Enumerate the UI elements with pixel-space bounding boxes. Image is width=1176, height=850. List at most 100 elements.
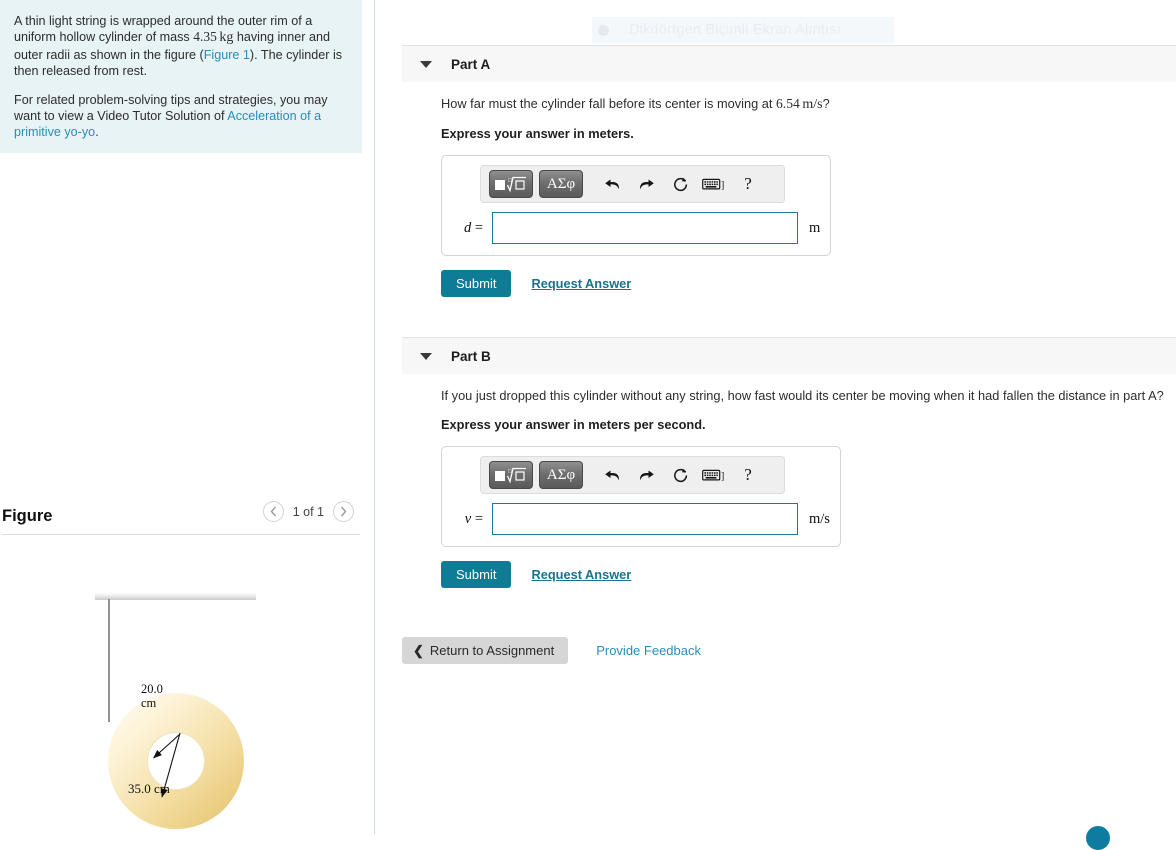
return-to-assignment-label: Return to Assignment (429, 643, 555, 658)
reset-circular-arrow-icon[interactable] (663, 171, 697, 197)
reset-glyph (673, 468, 687, 482)
part-a-equals: = (474, 219, 483, 236)
figure-counter: 1 of 1 (292, 504, 324, 519)
problem-paragraph-2: For related problem-solving tips and str… (14, 92, 344, 141)
return-to-assignment-button[interactable]: ❮ Return to Assignment (402, 637, 569, 664)
part-a-field-row: d = m (452, 212, 820, 244)
part-a-math-toolbar: □ ΑΣφ] ? (480, 165, 785, 203)
part-b-instruction: Express your answer in meters per second… (441, 417, 706, 432)
part-a-header[interactable]: Part A (402, 45, 1176, 82)
figure-prev-button[interactable] (262, 501, 284, 522)
undo-arrow-icon[interactable] (595, 171, 629, 197)
part-a-question-suffix: ? (822, 96, 830, 111)
part-b-submit-button[interactable]: Submit (441, 561, 512, 588)
part-a-actions: Submit Request Answer (441, 270, 1176, 297)
figure-next-button[interactable] (333, 501, 354, 522)
figure-navigation: 1 of 1 (262, 501, 354, 522)
greek-symbols-button[interactable]: ΑΣφ (539, 170, 583, 198)
part-b-answer-input[interactable] (492, 503, 798, 535)
outer-radius-label: 35.0 cm (128, 781, 170, 796)
svg-text:]: ] (721, 471, 724, 482)
part-a-answer-box: □ ΑΣφ] ? d = m (441, 155, 832, 256)
part-b-math-toolbar: □ ΑΣφ] ? (480, 456, 785, 494)
part-a-request-answer-link[interactable]: Request Answer (531, 276, 631, 291)
part-a-question-value: 6.54 (776, 96, 800, 111)
part-b-equals: = (474, 510, 483, 527)
figure-header: Figure 1 of 1 (0, 498, 362, 534)
part-a-question: How far must the cylinder fall before it… (441, 96, 1176, 113)
problem-paragraph-1: A thin light string is wrapped around th… (14, 13, 344, 80)
chevron-right-icon (340, 506, 347, 517)
hollow-cylinder-shape (108, 693, 244, 829)
part-a-body: How far must the cylinder fall before it… (441, 96, 1176, 297)
part-b-variable: v = (452, 511, 492, 528)
caret-down-icon (420, 352, 432, 360)
problem-text-2b: . (95, 125, 99, 140)
greek-symbols-label: ΑΣφ (546, 466, 576, 483)
snip-overlay-label: Dikdörtgen Biçimli Ekran Alıntısı (629, 22, 842, 38)
math-template-button[interactable]: □ (489, 461, 533, 489)
record-dot-icon (598, 24, 609, 36)
problem-statement-panel: A thin light string is wrapped around th… (0, 0, 362, 153)
part-a-variable-symbol: d (463, 219, 472, 236)
part-b-body: If you just dropped this cylinder withou… (441, 388, 1176, 588)
redo-arrow-icon[interactable] (629, 171, 663, 197)
mass-unit: kg (219, 30, 234, 46)
main-content: Part A How far must the cylinder fall be… (375, 0, 1176, 850)
chat-bubble-icon[interactable] (1086, 826, 1110, 850)
keyboard-glyph: ] (702, 469, 724, 482)
screen-snip-overlay: Dikdörtgen Biçimli Ekran Alıntısı (592, 17, 894, 43)
square-root-template-icon: □ (495, 176, 526, 193)
part-a-unit: m (809, 219, 821, 236)
provide-feedback-link[interactable]: Provide Feedback (596, 643, 701, 658)
part-b-variable-symbol: v (464, 510, 472, 527)
inner-radius-value: 20.0 (141, 682, 163, 696)
keyboard-icon[interactable]: ] (697, 171, 731, 197)
footer-actions: ❮ Return to Assignment Provide Feedback (402, 637, 701, 664)
part-b-question: If you just dropped this cylinder withou… (441, 388, 1164, 403)
greek-symbols-button[interactable]: ΑΣφ (539, 461, 583, 489)
reset-circular-arrow-icon[interactable] (663, 462, 697, 488)
chevron-left-icon (270, 506, 276, 517)
mass-value: 4.35 (193, 29, 217, 45)
undo-glyph (604, 179, 619, 189)
part-a-label: Part A (451, 56, 491, 72)
help-button[interactable]: ? (731, 171, 765, 197)
part-b-request-answer-link[interactable]: Request Answer (531, 567, 631, 582)
math-template-button[interactable]: □ (489, 170, 533, 198)
ceiling-support-bar (95, 592, 256, 600)
part-a-question-text: How far must the cylinder fall before it… (441, 96, 776, 111)
help-button[interactable]: ? (731, 462, 765, 488)
keyboard-icon[interactable]: ] (697, 462, 731, 488)
greek-symbols-label: ΑΣφ (546, 175, 576, 192)
part-b-header[interactable]: Part B (402, 337, 1176, 374)
part-a-question-unit: m/s (802, 97, 823, 112)
part-b-actions: Submit Request Answer (441, 561, 1176, 588)
figure-1-link[interactable]: Figure 1 (204, 48, 250, 62)
svg-text:]: ] (721, 180, 724, 191)
redo-arrow-icon[interactable] (629, 462, 663, 488)
part-a-answer-input[interactable] (492, 212, 798, 244)
inner-radius-label: 20.0 cm (141, 682, 183, 710)
chevron-left-icon: ❮ (413, 642, 424, 658)
inner-radius-unit: cm (141, 696, 157, 710)
part-a-variable: d = (452, 220, 492, 237)
part-b-field-row: v = m/s (452, 503, 830, 535)
redo-glyph (639, 179, 654, 189)
undo-arrow-icon[interactable] (595, 462, 629, 488)
figure-image: 20.0 cm 35.0 cm (0, 535, 362, 829)
part-a-submit-button[interactable]: Submit (441, 270, 512, 297)
redo-glyph (639, 470, 654, 480)
figure-title: Figure (2, 506, 53, 525)
left-panel: A thin light string is wrapped around th… (0, 0, 375, 834)
part-b-unit: m/s (809, 510, 830, 527)
figure-panel: Figure 1 of 1 20.0 cm 35.0 cm (0, 498, 362, 829)
part-b-answer-box: □ ΑΣφ] ? v = m/s (441, 446, 841, 547)
square-root-template-icon: □ (495, 467, 526, 484)
undo-glyph (604, 470, 619, 480)
caret-down-icon (420, 60, 432, 68)
reset-glyph (673, 177, 687, 191)
keyboard-glyph: ] (702, 178, 724, 191)
part-a-instruction: Express your answer in meters. (441, 126, 634, 141)
part-b-label: Part B (451, 348, 491, 364)
